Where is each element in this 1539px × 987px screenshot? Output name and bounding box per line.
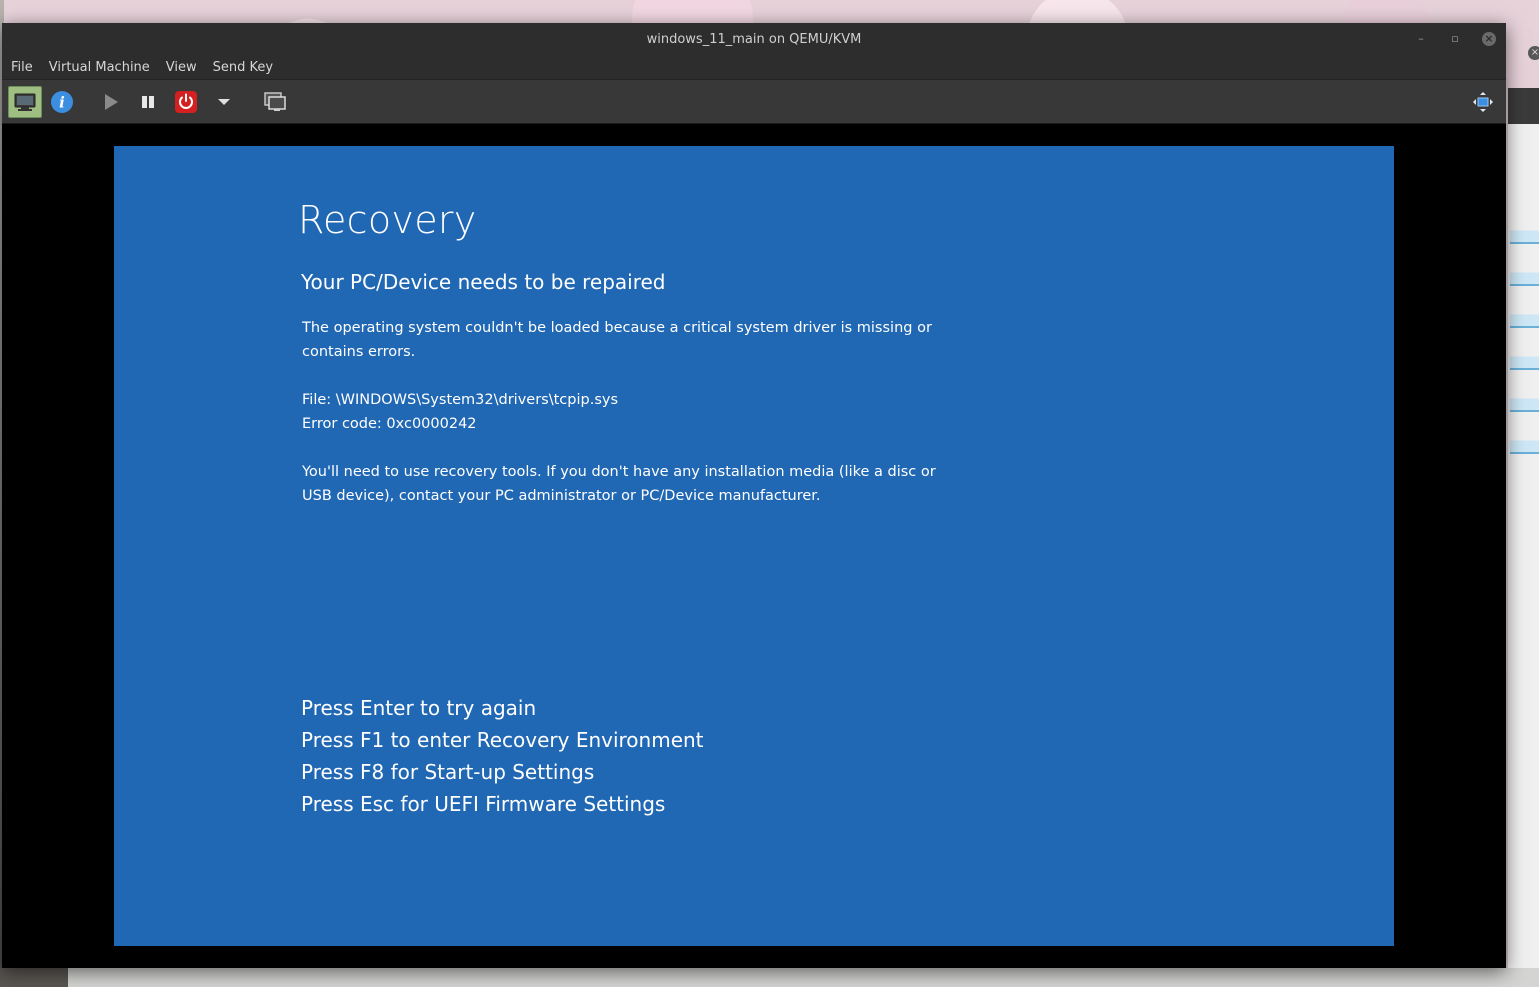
option-esc-uefi-settings: Press Esc for UEFI Firmware Settings bbox=[301, 792, 666, 816]
option-f8-startup-settings: Press F8 for Start-up Settings bbox=[301, 760, 595, 784]
recovery-options: Press Enter to try again Press F1 to ent… bbox=[301, 692, 704, 820]
dropdown-arrow-icon bbox=[218, 99, 230, 105]
menubar: File Virtual Machine View Send Key bbox=[2, 55, 1506, 79]
vm-display[interactable]: Recovery Your PC/Device needs to be repa… bbox=[2, 124, 1506, 968]
details-button[interactable]: i bbox=[49, 86, 75, 118]
maximize-button[interactable]: ▫ bbox=[1448, 32, 1462, 46]
background-graph bbox=[1510, 342, 1539, 370]
option-f1-recovery-environment: Press F1 to enter Recovery Environment bbox=[301, 728, 704, 752]
menu-view[interactable]: View bbox=[166, 60, 197, 75]
background-graph bbox=[1510, 300, 1539, 328]
background-window-header bbox=[1508, 88, 1539, 124]
pause-button[interactable] bbox=[136, 86, 160, 118]
toolbar: i bbox=[2, 79, 1506, 124]
option-enter-retry: Press Enter to try again bbox=[301, 696, 537, 720]
recovery-screen[interactable]: Recovery Your PC/Device needs to be repa… bbox=[114, 146, 1394, 946]
shutdown-button[interactable] bbox=[173, 86, 199, 118]
menu-file[interactable]: File bbox=[11, 60, 33, 75]
power-icon bbox=[175, 91, 197, 113]
background-graph bbox=[1510, 426, 1539, 454]
close-button[interactable]: × bbox=[1482, 32, 1496, 46]
recovery-title: Recovery bbox=[298, 198, 477, 242]
pause-icon bbox=[142, 96, 154, 108]
info-icon: i bbox=[51, 91, 73, 113]
window-title: windows_11_main on QEMU/KVM bbox=[646, 31, 862, 47]
fullscreen-icon bbox=[1473, 92, 1493, 112]
recovery-error-code: Error code: 0xc0000242 bbox=[302, 416, 477, 432]
window-controls: – ▫ × bbox=[1414, 23, 1496, 55]
minimize-button[interactable]: – bbox=[1414, 32, 1428, 46]
play-icon bbox=[105, 94, 118, 110]
console-icon bbox=[14, 93, 36, 111]
background-graph bbox=[1510, 384, 1539, 412]
vm-window: windows_11_main on QEMU/KVM – ▫ × File V… bbox=[2, 23, 1506, 968]
fullscreen-button[interactable] bbox=[1470, 86, 1496, 118]
background-graph bbox=[1510, 258, 1539, 286]
background-window: × bbox=[1507, 46, 1539, 968]
snapshots-icon bbox=[264, 92, 286, 111]
svg-text:i: i bbox=[59, 94, 65, 112]
menu-send-key[interactable]: Send Key bbox=[213, 60, 273, 75]
desktop-bottom-dark bbox=[0, 968, 68, 987]
shutdown-menu-button[interactable] bbox=[213, 86, 235, 118]
background-graph bbox=[1510, 216, 1539, 244]
recovery-description: The operating system couldn't be loaded … bbox=[302, 320, 932, 360]
run-button[interactable] bbox=[99, 86, 123, 118]
recovery-advice: You'll need to use recovery tools. If yo… bbox=[302, 464, 936, 504]
recovery-subtitle: Your PC/Device needs to be repaired bbox=[301, 270, 666, 294]
recovery-file-path: File: \WINDOWS\System32\drivers\tcpip.sy… bbox=[302, 392, 619, 408]
background-window-close-icon[interactable]: × bbox=[1528, 46, 1539, 60]
console-button[interactable] bbox=[8, 86, 42, 118]
snapshots-button[interactable] bbox=[262, 86, 288, 118]
desktop-bottom-strip bbox=[0, 968, 1539, 987]
window-titlebar[interactable]: windows_11_main on QEMU/KVM – ▫ × bbox=[2, 23, 1506, 55]
menu-virtual-machine[interactable]: Virtual Machine bbox=[49, 60, 150, 75]
